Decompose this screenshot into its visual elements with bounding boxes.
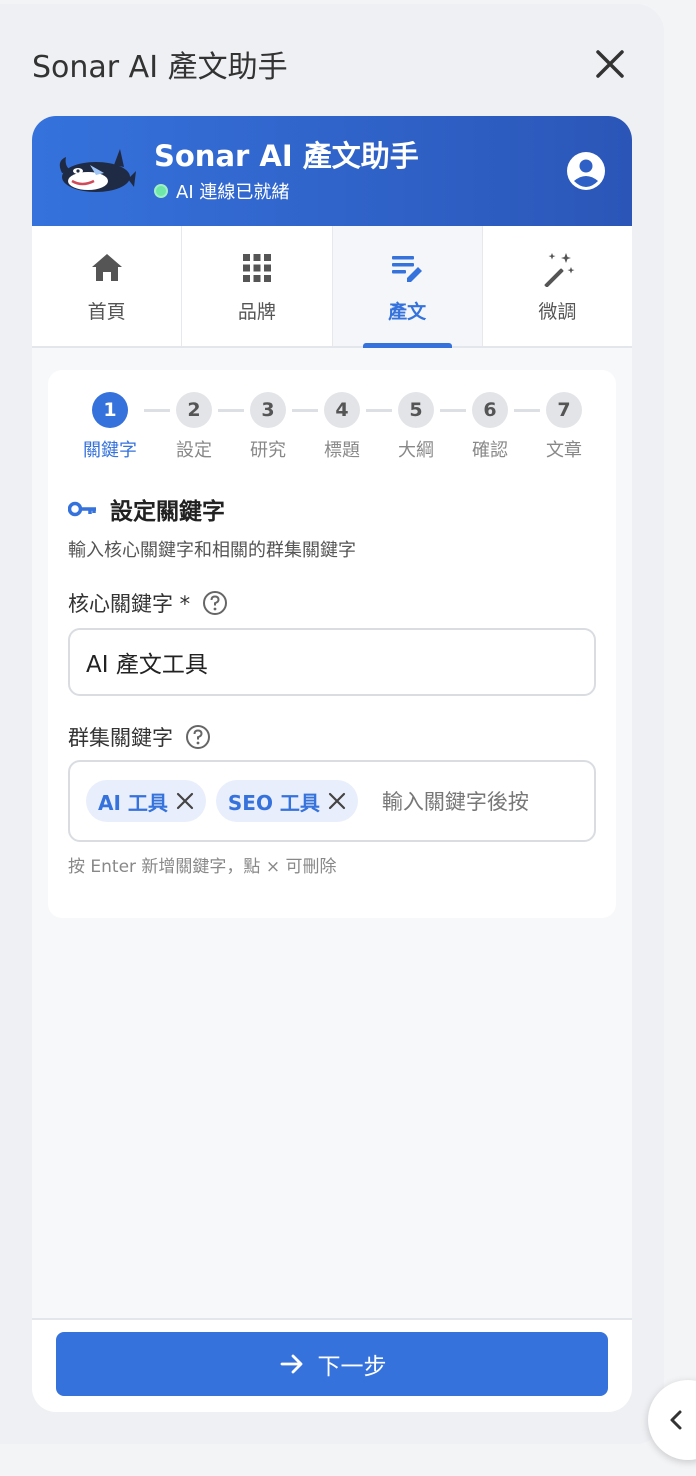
remove-tag-icon[interactable] bbox=[326, 790, 348, 812]
tab-tune[interactable]: 微調 bbox=[483, 226, 632, 346]
step-label: 研究 bbox=[250, 440, 286, 461]
step-number: 3 bbox=[250, 392, 286, 428]
app-title: Sonar AI 產文助手 bbox=[154, 139, 419, 173]
panel-header: Sonar AI 產文助手 bbox=[32, 42, 632, 86]
assistant-panel: Sonar AI 產文助手 Sonar AI 產文助手 AI 連線已就緒 首頁 … bbox=[0, 4, 664, 1444]
app-card: Sonar AI 產文助手 AI 連線已就緒 首頁 品牌 產文 微調 1 關鍵字… bbox=[32, 116, 632, 1412]
keyword-tag: AI 工具 bbox=[86, 780, 206, 822]
step-3[interactable]: 3 研究 bbox=[233, 392, 303, 462]
status-dot-icon bbox=[154, 184, 168, 198]
core-keyword-label: 核心關鍵字 * bbox=[68, 588, 228, 618]
grid-icon bbox=[242, 253, 271, 282]
status-text: AI 連線已就緒 bbox=[176, 182, 290, 203]
account-icon[interactable] bbox=[564, 149, 608, 193]
next-step-label: 下一步 bbox=[317, 1354, 387, 1380]
panel-title: Sonar AI 產文助手 bbox=[32, 50, 288, 85]
step-progress: 1 關鍵字 2 設定 3 研究 4 標題 5 大綱 6 確認 7 文章 bbox=[48, 392, 616, 468]
step-label: 關鍵字 bbox=[83, 440, 137, 461]
cluster-keyword-label: 群集關鍵字 bbox=[68, 722, 211, 752]
step-number: 7 bbox=[546, 392, 582, 428]
cluster-keyword-label-text: 群集關鍵字 bbox=[68, 726, 173, 750]
tab-write[interactable]: 產文 bbox=[332, 226, 483, 348]
step-6[interactable]: 6 確認 bbox=[455, 392, 525, 462]
step-number: 4 bbox=[324, 392, 360, 428]
step-label: 大綱 bbox=[398, 440, 434, 461]
tab-home-label: 首頁 bbox=[87, 300, 126, 323]
connection-status: AI 連線已就緒 bbox=[154, 178, 564, 204]
chevron-left-icon bbox=[670, 1410, 682, 1430]
step-label: 標題 bbox=[324, 440, 360, 461]
help-icon[interactable] bbox=[185, 724, 211, 750]
step-number: 5 bbox=[398, 392, 434, 428]
step-2[interactable]: 2 設定 bbox=[159, 392, 229, 462]
section-title-text: 設定關鍵字 bbox=[110, 499, 225, 525]
main-tabs: 首頁 品牌 產文 微調 bbox=[32, 226, 632, 348]
section-title: 設定關鍵字 bbox=[68, 492, 225, 526]
app-header: Sonar AI 產文助手 AI 連線已就緒 bbox=[32, 116, 632, 226]
orca-mascot-logo bbox=[59, 149, 136, 192]
step-number: 1 bbox=[92, 392, 128, 428]
edit-list-icon bbox=[392, 255, 423, 282]
step-label: 確認 bbox=[472, 440, 508, 461]
step-1[interactable]: 1 關鍵字 bbox=[75, 392, 145, 462]
key-icon bbox=[68, 501, 96, 517]
tab-home[interactable]: 首頁 bbox=[32, 226, 183, 346]
cluster-keyword-hint: 按 Enter 新增關鍵字，點 × 可刪除 bbox=[68, 857, 337, 877]
cluster-keyword-input[interactable]: AI 工具 SEO 工具 輸入關鍵字後按 bbox=[68, 760, 596, 842]
next-step-button[interactable]: 下一步 bbox=[56, 1332, 608, 1396]
remove-tag-icon[interactable] bbox=[174, 790, 196, 812]
step-number: 2 bbox=[176, 392, 212, 428]
keyword-tag-text: AI 工具 bbox=[98, 790, 168, 815]
step-label: 文章 bbox=[546, 440, 582, 461]
keyword-tag: SEO 工具 bbox=[215, 780, 358, 822]
tab-brand-label: 品牌 bbox=[237, 300, 276, 323]
keyword-step-card: 1 關鍵字 2 設定 3 研究 4 標題 5 大綱 6 確認 7 文章 設定關鍵… bbox=[48, 370, 616, 918]
core-keyword-label-text: 核心關鍵字 * bbox=[68, 592, 191, 616]
help-icon[interactable] bbox=[202, 590, 228, 616]
cluster-keyword-placeholder[interactable]: 輸入關鍵字後按 bbox=[382, 786, 578, 816]
close-icon bbox=[596, 50, 624, 78]
section-description: 輸入核心關鍵字和相關的群集關鍵字 bbox=[68, 540, 356, 561]
step-7[interactable]: 7 文章 bbox=[529, 392, 599, 462]
core-keyword-input[interactable]: AI 產文工具 bbox=[68, 628, 596, 696]
magic-wand-icon bbox=[544, 252, 575, 287]
close-button[interactable] bbox=[588, 42, 632, 86]
tab-write-label: 產文 bbox=[388, 300, 427, 323]
keyword-tag-text: SEO 工具 bbox=[227, 790, 320, 815]
step-4[interactable]: 4 標題 bbox=[307, 392, 377, 462]
step-5[interactable]: 5 大綱 bbox=[381, 392, 451, 462]
arrow-right-icon bbox=[280, 1354, 302, 1374]
step-label: 設定 bbox=[176, 440, 212, 461]
footer-bar: 下一步 bbox=[32, 1318, 632, 1412]
home-icon bbox=[91, 253, 122, 281]
tab-tune-label: 微調 bbox=[538, 300, 577, 323]
step-number: 6 bbox=[472, 392, 508, 428]
tab-brand[interactable]: 品牌 bbox=[182, 226, 333, 346]
